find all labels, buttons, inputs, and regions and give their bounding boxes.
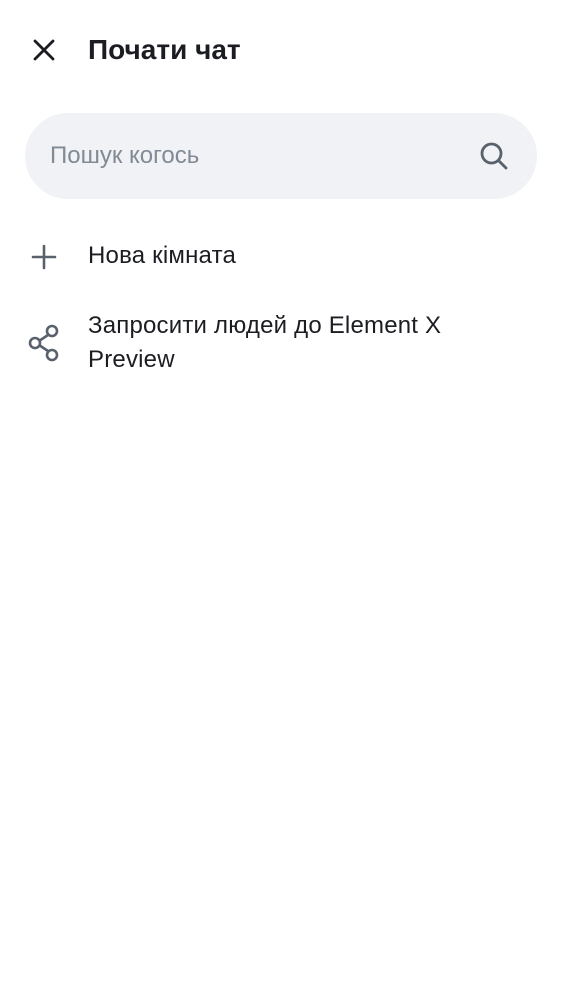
- top-app-bar: Почати чат: [0, 0, 562, 100]
- search-icon[interactable]: [479, 141, 509, 171]
- page-title: Почати чат: [88, 34, 241, 65]
- invite-people-label: Запросити людей до Element X Preview: [88, 312, 442, 373]
- share-icon: [26, 324, 62, 362]
- invite-people-item[interactable]: Запросити людей до Element X Preview: [0, 300, 562, 388]
- new-room-label: Нова кімната: [88, 242, 237, 269]
- close-icon: [33, 39, 55, 61]
- search-bar[interactable]: [25, 113, 537, 199]
- new-room-item[interactable]: Нова кімната: [0, 226, 562, 288]
- search-input[interactable]: [50, 113, 470, 199]
- plus-icon: [26, 239, 62, 275]
- close-button[interactable]: [20, 26, 68, 74]
